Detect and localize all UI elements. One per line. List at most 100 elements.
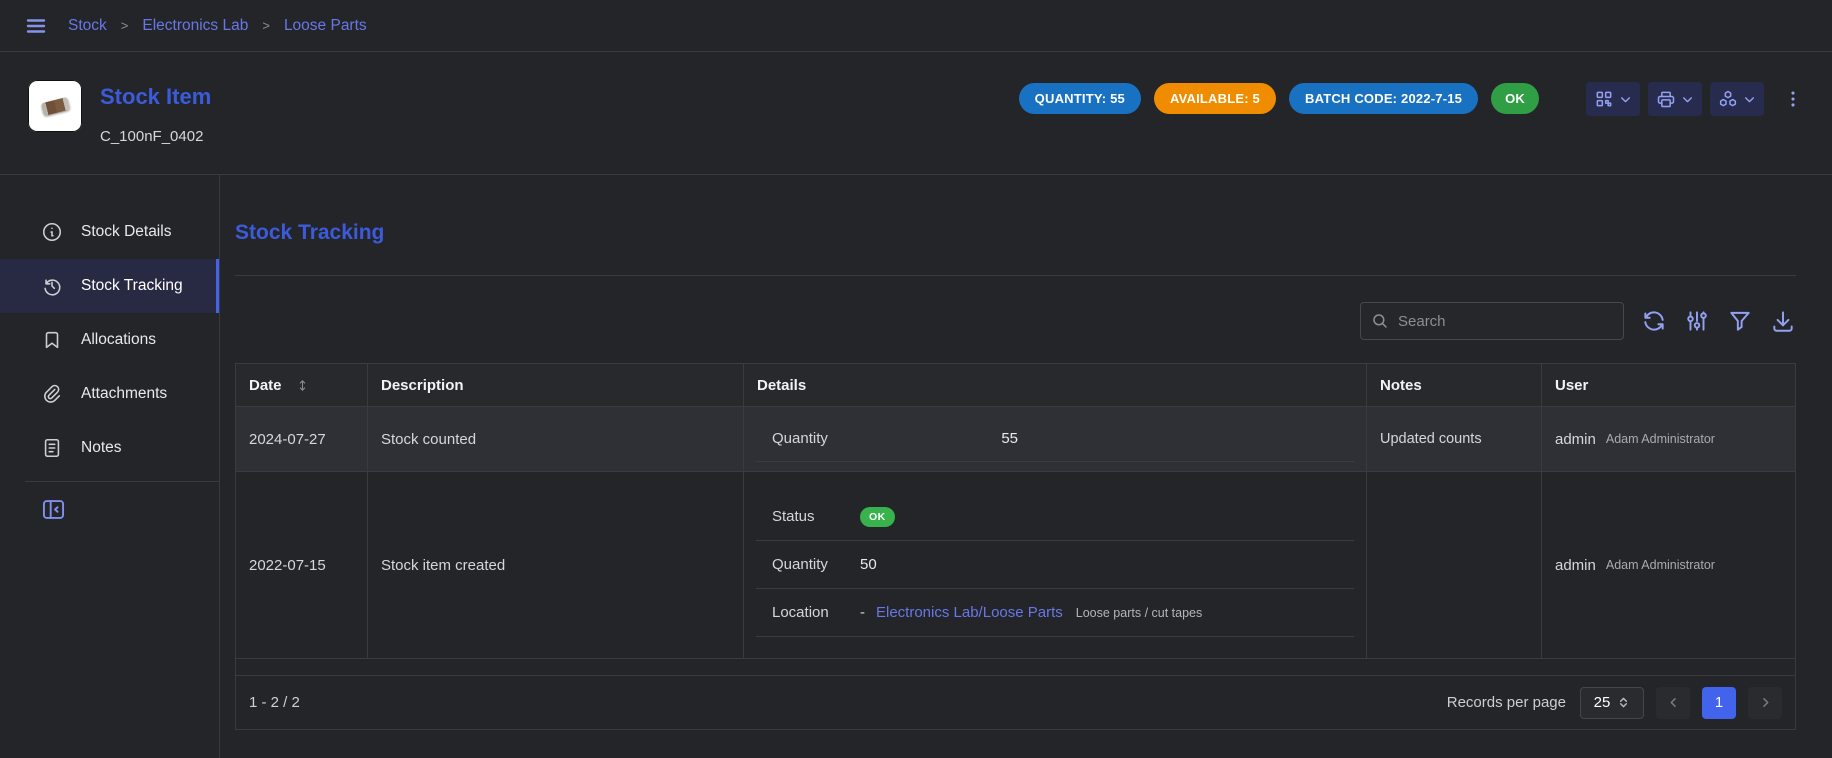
search-box[interactable] <box>1360 302 1624 340</box>
records-per-page-label: Records per page <box>1447 694 1566 711</box>
breadcrumb-separator: > <box>262 18 270 33</box>
column-header-user: User <box>1542 364 1795 406</box>
column-label: Notes <box>1380 377 1422 394</box>
username: admin <box>1555 557 1596 574</box>
column-header-description: Description <box>368 364 744 406</box>
stock-tracking-table: Date Description Details Notes User 2024… <box>235 363 1796 730</box>
sidebar-item-attachments[interactable]: Attachments <box>0 367 219 421</box>
capacitor-image <box>40 96 69 115</box>
stock-item-header: Stock Item C_100nF_0402 QUANTITY: 55 AVA… <box>0 52 1832 175</box>
chevron-down-icon <box>1743 93 1756 106</box>
sidebar-item-allocations[interactable]: Allocations <box>0 313 219 367</box>
stock-operations-button[interactable] <box>1710 82 1764 116</box>
date-value: 2022-07-15 <box>249 557 326 574</box>
sidebar-item-label: Attachments <box>81 385 167 403</box>
username: admin <box>1555 431 1596 448</box>
filter-icon[interactable] <box>1727 308 1753 334</box>
page-1-button[interactable]: 1 <box>1702 687 1736 719</box>
date-value: 2024-07-27 <box>249 431 326 448</box>
sidebar-item-stock-details[interactable]: Stock Details <box>0 205 219 259</box>
quantity-badge: QUANTITY: 55 <box>1019 83 1141 114</box>
details-cell: Quantity 55 <box>744 407 1367 471</box>
sidebar-item-label: Allocations <box>81 331 156 349</box>
sidebar-item-label: Stock Tracking <box>81 277 183 295</box>
pagination-controls: Records per page 25 1 <box>1447 687 1782 719</box>
page-size-select[interactable]: 25 <box>1580 687 1644 719</box>
print-actions-button[interactable] <box>1648 82 1702 116</box>
sidebar-item-label: Notes <box>81 439 122 457</box>
breadcrumb-separator: > <box>121 18 129 33</box>
next-page-button[interactable] <box>1748 687 1782 719</box>
breadcrumb-link-electronics-lab[interactable]: Electronics Lab <box>142 17 248 35</box>
heading-divider <box>235 275 1796 276</box>
details-sub-table: Status OK Quantity 50 Location - Electro… <box>756 493 1354 637</box>
page-size-value: 25 <box>1594 694 1611 711</box>
user-cell: admin Adam Administrator <box>1542 407 1795 471</box>
detail-row-location: Location - Electronics Lab/Loose Parts L… <box>756 589 1354 637</box>
details-sub-table: Quantity 55 <box>756 416 1354 462</box>
table-row[interactable]: 2024-07-27 Stock counted Quantity 55 Upd… <box>236 407 1795 472</box>
column-label: Date <box>249 377 282 394</box>
chevron-down-icon <box>1681 93 1694 106</box>
barcode-actions-button[interactable] <box>1586 82 1640 116</box>
part-thumbnail[interactable] <box>28 80 82 132</box>
user-cell: admin Adam Administrator <box>1542 472 1795 658</box>
table-row[interactable]: 2022-07-15 Stock item created Status OK … <box>236 472 1795 659</box>
detail-row-quantity: Quantity 55 <box>756 416 1354 462</box>
detail-row-status: Status OK <box>756 493 1354 541</box>
detail-label: Quantity <box>756 556 860 573</box>
breadcrumb: Stock > Electronics Lab > Loose Parts <box>68 17 367 35</box>
sidebar-item-label: Stock Details <box>81 223 171 241</box>
notes-cell: Updated counts <box>1367 407 1542 471</box>
detail-label: Status <box>756 508 860 525</box>
search-icon <box>1371 312 1389 330</box>
column-label: User <box>1555 377 1588 394</box>
refresh-icon[interactable] <box>1641 308 1667 334</box>
sidebar-collapse-button[interactable] <box>40 496 68 523</box>
hamburger-menu-icon[interactable] <box>24 14 48 38</box>
status-ok-badge: OK <box>1491 83 1539 114</box>
adjustments-icon[interactable] <box>1684 308 1710 334</box>
table-footer: 1 - 2 / 2 Records per page 25 1 <box>236 675 1795 729</box>
bookmark-icon <box>40 329 64 351</box>
sidebar-item-stock-tracking[interactable]: Stock Tracking <box>0 259 219 313</box>
main-panel: Stock Tracking <box>220 175 1832 758</box>
location-link[interactable]: Electronics Lab/Loose Parts <box>876 604 1063 621</box>
download-icon[interactable] <box>1770 308 1796 334</box>
sidebar: Stock Details Stock Tracking Allocations… <box>0 175 220 758</box>
more-options-menu[interactable] <box>1782 88 1804 110</box>
detail-value: 55 <box>860 430 1018 447</box>
sidebar-divider <box>25 481 219 482</box>
qr-code-icon <box>1594 89 1614 109</box>
status-badges: QUANTITY: 55 AVAILABLE: 5 BATCH CODE: 20… <box>1019 83 1539 114</box>
sort-icon[interactable] <box>295 378 310 393</box>
select-chevrons-icon <box>1617 696 1630 709</box>
dash-separator: - <box>860 604 865 621</box>
page-title: Stock Item <box>100 84 211 110</box>
table-toolbar <box>235 301 1796 341</box>
column-header-date[interactable]: Date <box>236 364 368 406</box>
sidebar-item-notes[interactable]: Notes <box>0 421 219 475</box>
date-cell: 2022-07-15 <box>236 472 368 658</box>
notes-icon <box>40 437 64 459</box>
status-ok-badge-small: OK <box>860 507 895 527</box>
column-label: Description <box>381 377 464 394</box>
breadcrumb-link-loose-parts[interactable]: Loose Parts <box>284 17 367 35</box>
user-fullname: Adam Administrator <box>1606 432 1715 446</box>
search-input[interactable] <box>1398 313 1613 330</box>
previous-page-button[interactable] <box>1656 687 1690 719</box>
column-header-notes: Notes <box>1367 364 1542 406</box>
detail-label: Location <box>756 604 860 621</box>
content-area: Stock Details Stock Tracking Allocations… <box>0 175 1832 758</box>
description-cell: Stock counted <box>368 407 744 471</box>
record-range: 1 - 2 / 2 <box>249 694 300 711</box>
chevron-down-icon <box>1619 93 1632 106</box>
detail-value: 50 <box>860 556 877 573</box>
breadcrumb-link-stock[interactable]: Stock <box>68 17 107 35</box>
description-value: Stock item created <box>381 557 505 574</box>
history-icon <box>40 275 64 297</box>
page-number: 1 <box>1715 694 1723 711</box>
table-header-row: Date Description Details Notes User <box>236 364 1795 407</box>
notes-value: Updated counts <box>1380 431 1482 447</box>
description-cell: Stock item created <box>368 472 744 658</box>
